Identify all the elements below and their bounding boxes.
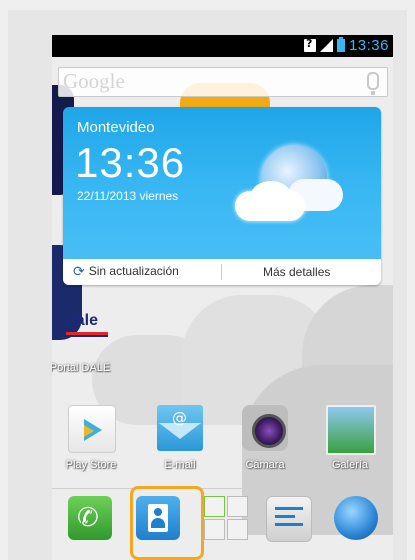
more-details-button[interactable]: Más detalles [263, 265, 330, 279]
grid-cell [227, 519, 248, 540]
handset-glyph: ✆ [77, 503, 99, 533]
app-label-camera[interactable]: Cámara [233, 459, 297, 471]
grid-cell [227, 496, 248, 517]
dock: ✆ [52, 490, 393, 560]
at-symbol: @ [172, 409, 187, 427]
widget-clock: 13:36 [75, 139, 186, 186]
signal-icon [319, 39, 333, 52]
mic-icon[interactable] [367, 72, 379, 95]
apps-grid-icon[interactable] [204, 496, 248, 540]
message-line [275, 523, 303, 526]
sync-label: Sin actualización [88, 264, 179, 278]
messaging-icon[interactable] [266, 496, 312, 542]
sync-button[interactable]: ⟳ Sin actualización [73, 264, 179, 278]
grid-cell [204, 519, 225, 540]
divider [221, 264, 222, 280]
google-search-bar[interactable]: Google [58, 67, 388, 97]
camera-lens [252, 414, 286, 448]
status-icons: 13:36 [303, 37, 389, 54]
message-line [275, 515, 295, 518]
phone-icon[interactable]: ✆ [68, 496, 112, 540]
contacts-highlight-box [130, 486, 204, 560]
browser-icon[interactable] [334, 496, 378, 540]
sync-icon: ⟳ [73, 263, 85, 279]
dale-logo: dale [66, 312, 99, 329]
app-label-email[interactable]: E-mail [148, 459, 212, 471]
google-logo: Google [63, 69, 125, 93]
status-time: 13:36 [348, 37, 389, 54]
play-triangle-accent [84, 425, 94, 437]
widget-date: 22/11/2013 viernes [77, 189, 179, 203]
phone-screen: 13:36 Google Montevideo 13:36 22/11/2013… [52, 35, 393, 560]
message-line [275, 507, 303, 510]
gallery-icon[interactable] [326, 405, 376, 455]
dale-logo-stripe [66, 335, 108, 337]
dock-divider [52, 488, 393, 489]
status-bar[interactable]: 13:36 [52, 35, 393, 57]
weather-city: Montevideo [77, 119, 155, 136]
weather-action-bar: ⟳ Sin actualización Más detalles [63, 259, 381, 285]
battery-icon [336, 37, 345, 52]
portal-dale-icon[interactable]: dale [62, 310, 112, 340]
app-label-portal-dale[interactable]: Portal DALE [52, 362, 112, 374]
email-icon[interactable]: @ [157, 405, 203, 451]
weather-clock-widget[interactable]: Montevideo 13:36 22/11/2013 viernes ⟳ Si… [63, 107, 381, 285]
unknown-sim-icon [303, 37, 316, 52]
grid-cell [204, 496, 225, 517]
play-store-icon[interactable] [68, 405, 116, 453]
app-label-play-store[interactable]: Play Store [59, 459, 123, 471]
cloud-shape [235, 191, 305, 221]
camera-icon[interactable] [242, 405, 288, 451]
app-label-gallery[interactable]: Galería [318, 459, 382, 471]
